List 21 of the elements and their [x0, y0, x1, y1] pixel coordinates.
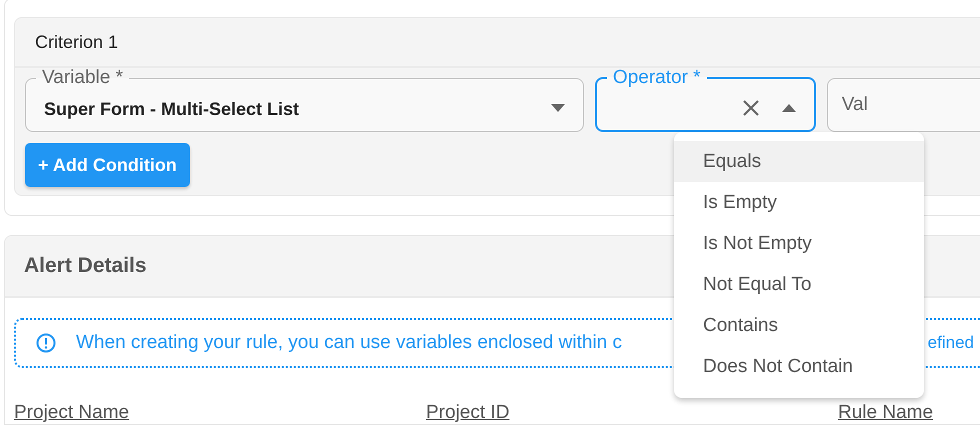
column-header[interactable]: Project Name [14, 402, 130, 424]
caret-icon[interactable] [782, 104, 796, 112]
section-title: Alert Details [24, 254, 147, 278]
close-icon[interactable] [742, 98, 760, 116]
menu-option[interactable]: Does Not Contain [674, 346, 924, 387]
info-text: When creating your rule, you can use variables enclosed within c [76, 332, 622, 354]
info-text: efined [928, 333, 974, 353]
menu-option[interactable]: Not Equal To [674, 264, 924, 305]
criterion-title: Criterion 1 [35, 32, 118, 52]
column-header[interactable]: Rule Name [838, 402, 934, 424]
select-field[interactable]: Variable * Super Form - Multi-Select List [25, 67, 584, 132]
value-field[interactable]: Val [826, 78, 980, 132]
field-label: Variable * [41, 67, 124, 89]
field-label: Operator * [612, 67, 702, 89]
menu-option[interactable]: Is Empty [674, 182, 924, 223]
menu-option[interactable]: Equals [674, 141, 924, 182]
caret-icon[interactable] [550, 104, 565, 112]
column-header[interactable]: Project ID [426, 402, 510, 424]
menu-option[interactable]: Is Not Empty [674, 223, 924, 264]
menu-option[interactable]: Contains [674, 305, 924, 346]
info-icon [36, 333, 56, 353]
